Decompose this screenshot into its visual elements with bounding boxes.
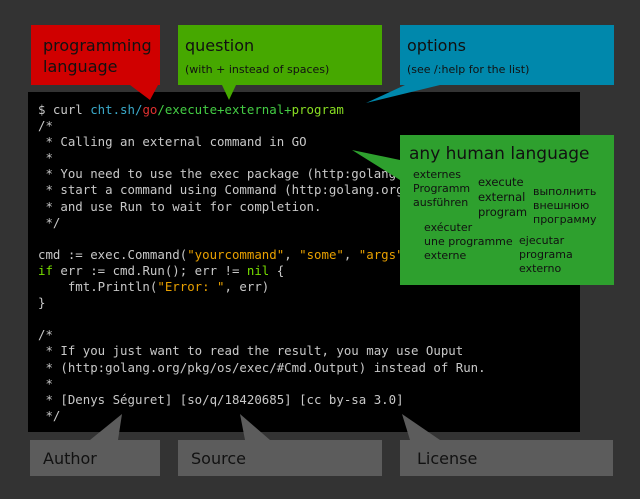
human-pointer <box>352 150 400 180</box>
language-pointer <box>130 85 158 100</box>
license-label-box: License <box>400 440 613 476</box>
source-label-box: Source <box>178 440 382 476</box>
callout-pointers <box>90 85 440 440</box>
question-pointer <box>222 85 236 100</box>
author-label-box: Author <box>30 440 160 476</box>
author-label: Author <box>43 449 97 468</box>
options-pointer <box>366 85 440 103</box>
license-label: License <box>417 449 478 468</box>
source-label: Source <box>191 449 246 468</box>
license-pointer <box>402 414 440 440</box>
author-pointer <box>90 414 122 440</box>
source-pointer <box>240 414 270 440</box>
